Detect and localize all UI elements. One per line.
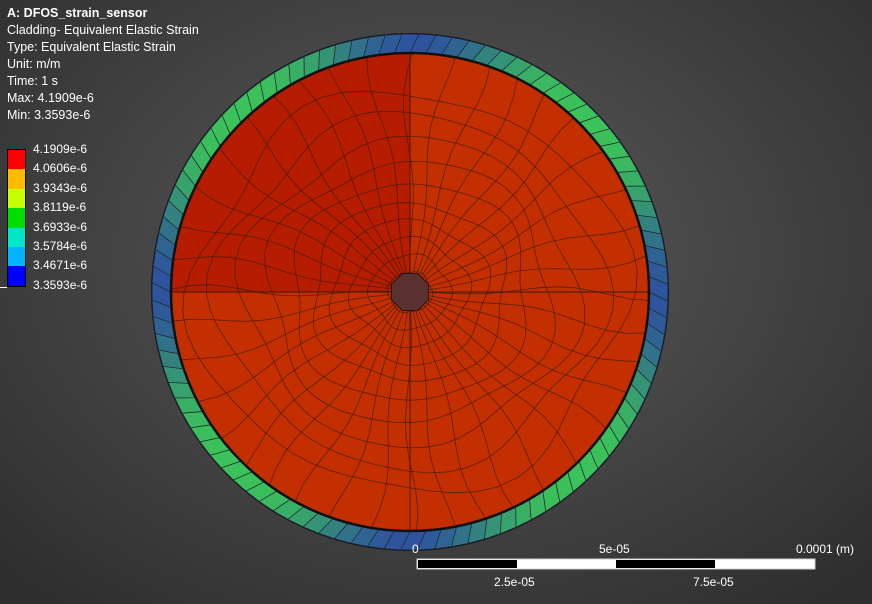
model-viewport[interactable] — [0, 0, 872, 604]
scale-label-5e-05: 5e-05 — [599, 542, 630, 556]
scale-label-0.0001: 0.0001 (m) — [796, 542, 855, 556]
scale-bar-segment-3 — [616, 560, 715, 568]
scale-bar — [416, 558, 816, 570]
scale-bar-segment-1 — [418, 560, 517, 568]
scale-label-2.5e-05: 2.5e-05 — [494, 575, 535, 589]
scale-label-7.5e-05: 7.5e-05 — [693, 575, 734, 589]
scale-label-0: 0 — [412, 542, 419, 556]
core-center-element — [391, 273, 429, 311]
